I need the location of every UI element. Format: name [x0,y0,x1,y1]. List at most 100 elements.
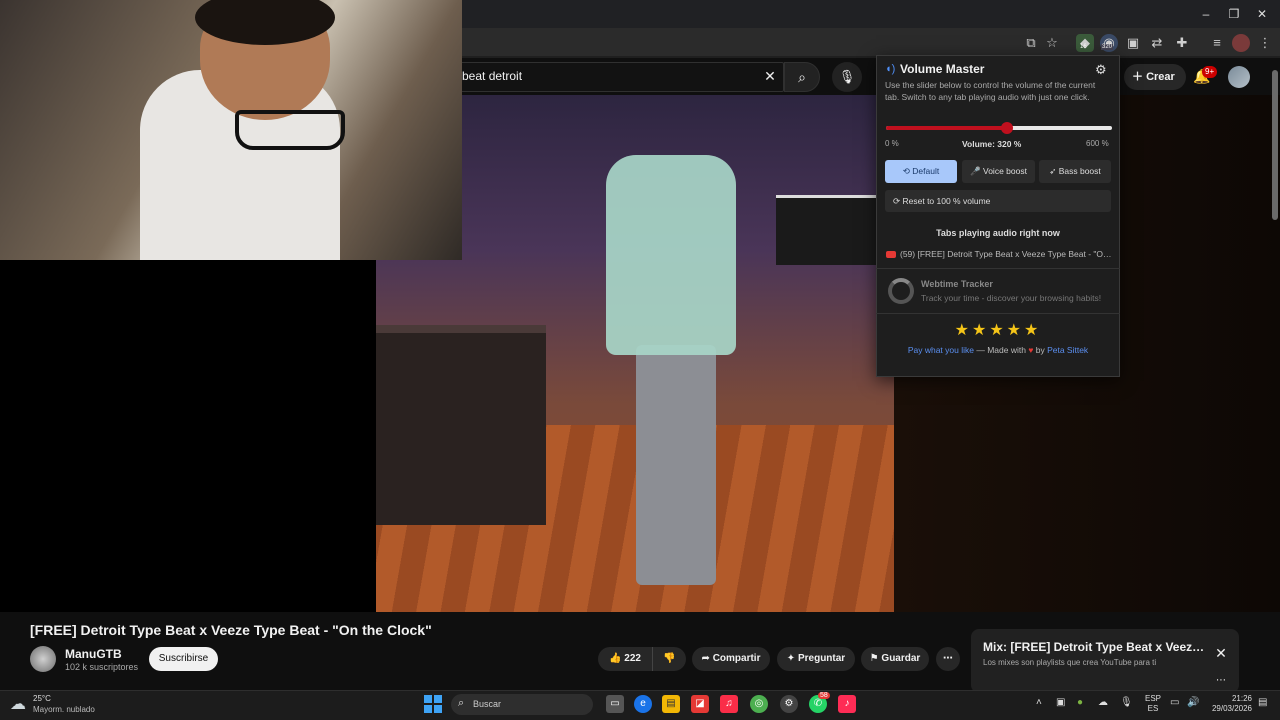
like-button[interactable]: 👍 222 [598,647,652,671]
apple-music-icon[interactable]: ♫ [720,695,738,713]
bookmark-star-icon[interactable]: ☆ [1043,34,1061,52]
clear-search-icon[interactable]: ✕ [762,68,778,84]
mix-more-icon[interactable]: ⋯ [1212,676,1230,686]
weather-cloud-icon[interactable]: ☁ [10,694,26,714]
channel-avatar[interactable] [30,646,56,672]
subscribe-button[interactable]: Suscribirse [149,647,218,671]
language-indicator[interactable]: ESP ES [1145,694,1161,714]
share-icon: ➦ [701,653,710,664]
sparkle-icon: ✦ [786,653,796,664]
youtube-icon [886,251,896,259]
tray-cloud-icon[interactable]: ☁ [1098,697,1108,708]
keyboard-layout: ES [1147,704,1159,713]
made-with-text: — Made with [973,345,1029,355]
channel-name[interactable]: ManuGTB [65,647,122,661]
page-scrollbar[interactable] [1272,70,1278,220]
ask-button[interactable]: ✦ Preguntar [777,647,855,671]
chrome-icon[interactable]: ◎ [750,695,768,713]
volume-master-title: Volume Master [900,62,985,76]
tray-nvidia-icon[interactable]: ● [1077,697,1083,708]
steam-icon[interactable]: ⚙ [780,695,798,713]
weather-temperature[interactable]: 25°C [33,694,51,703]
volume-master-logo-icon: ◖) [885,63,896,75]
create-label: Crear [1146,71,1175,83]
tray-app-icon[interactable]: ▣ [1056,697,1065,708]
microphone-icon: 🎤 [970,166,981,176]
like-count: 222 [624,653,641,664]
weather-description[interactable]: Mayorm. nublado [33,705,95,714]
volume-master-footer: Pay what you like — Made with ♥ by Peta … [876,345,1120,355]
speaker-icon[interactable]: 🔊 [1187,697,1199,708]
by-text: by [1033,345,1048,355]
dancer-legs [636,345,716,585]
account-avatar[interactable] [1228,66,1250,88]
refresh-icon: ⟳ [893,196,901,206]
more-actions-icon[interactable]: ⋯ [936,647,960,671]
video-dancer [566,115,766,595]
dislike-button[interactable]: 👎 [652,647,686,671]
dancer-torso [606,155,736,355]
notification-center-icon[interactable]: ▤ [1258,697,1267,708]
mix-subtitle: Los mixes son playlists que crea YouTube… [983,658,1157,667]
rocket-icon: ➶ [1049,166,1057,176]
extensions-puzzle-icon[interactable]: ✚ [1173,34,1191,52]
audio-tab-item[interactable]: (59) [FREE] Detroit Type Beat x Veeze Ty… [886,249,1112,259]
tray-chevron-up-icon[interactable]: ˄ [1036,697,1042,708]
bookmark-extension-icon[interactable]: ▣ [1124,34,1142,52]
volume-current-label: Volume: 320 % [962,139,1022,149]
network-icon[interactable]: ▭ [1170,697,1179,708]
voice-boost-button[interactable]: 🎤 Voice boost [962,160,1035,183]
task-view-icon[interactable]: ▭ [606,695,624,713]
audio-tab-title: (59) [FREE] Detroit Type Beat x Veeze Ty… [900,249,1112,259]
volume-master-description: Use the slider below to control the volu… [885,80,1096,102]
extension-badge: 16 [1080,44,1087,50]
webcam-overlay [0,0,462,260]
tray-mic-icon[interactable]: 🎙 [1120,697,1133,708]
default-preset-button[interactable]: ⟲ Default [885,160,957,183]
taskbar-search[interactable]: Buscar [451,694,593,715]
search-icon: ⌕ [458,697,465,709]
share-button[interactable]: ➦ Compartir [692,647,770,671]
file-explorer-icon[interactable]: ▤ [662,695,680,713]
mix-title[interactable]: Mix: [FREE] Detroit Type Beat x Veeze Ty… [983,640,1205,654]
divider [876,268,1120,269]
author-link[interactable]: Peta Sittek [1047,345,1088,355]
audio-tabs-heading: Tabs playing audio right now [936,228,1060,238]
create-button[interactable]: ＋ Crear [1124,64,1186,90]
install-app-icon[interactable]: ⧉ [1022,34,1040,52]
webtime-tracker-icon[interactable] [888,278,914,304]
volume-max-label: 600 % [1086,139,1109,148]
voice-label: Voice boost [983,166,1027,176]
volume-slider-thumb[interactable] [1001,122,1013,134]
volume-slider-fill [886,126,1007,130]
webtime-tracker-title[interactable]: Webtime Tracker [921,279,993,289]
bass-boost-button[interactable]: ➶ Bass boost [1039,160,1111,183]
ask-label: Preguntar [797,653,846,664]
rating-stars[interactable]: ★★★★★ [876,320,1120,340]
tiktok-icon[interactable]: ♪ [838,695,856,713]
share-label: Compartir [712,653,761,664]
close-icon[interactable]: ✕ [1212,644,1230,662]
pay-link[interactable]: Pay what you like [908,345,974,355]
windows-start-icon[interactable] [424,695,442,713]
microphone-icon[interactable]: 🎙 [832,62,862,92]
chrome-menu-icon[interactable]: ⋮ [1256,34,1274,52]
edge-icon[interactable]: e [634,695,652,713]
volume-min-label: 0 % [885,139,899,148]
close-window-button[interactable]: ✕ [1244,4,1280,24]
profile-avatar[interactable] [1232,34,1250,52]
webtime-tracker-desc: Track your time - discover your browsing… [921,293,1102,303]
tab-strip [462,0,1280,28]
amd-icon[interactable]: ◪ [691,695,709,713]
gear-icon[interactable]: ⚙ [1095,62,1107,78]
save-button[interactable]: ⚑ Guardar [861,647,929,671]
search-icon[interactable]: ⌕ [784,62,820,92]
bass-label: Bass boost [1058,166,1101,176]
divider [876,313,1120,314]
reset-volume-button[interactable]: ⟳ Reset to 100 % volume [885,190,1111,212]
taskbar-clock[interactable]: 21:26 29/03/2026 [1208,694,1252,714]
search-input-value: beat detroit [462,69,523,83]
media-control-icon[interactable]: ≡ [1208,34,1226,52]
sync-extension-icon[interactable]: ⇄ [1148,34,1166,52]
default-label: Default [912,166,940,176]
